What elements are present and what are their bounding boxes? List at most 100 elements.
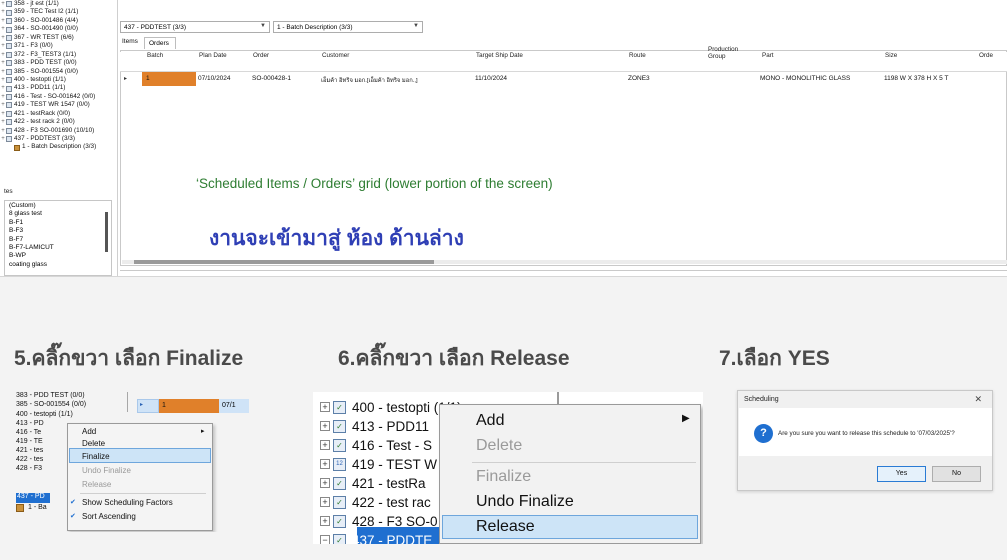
plan-date-cell[interactable]: 07/1 (219, 399, 249, 413)
column-order[interactable]: Order (253, 52, 269, 59)
tree-item-label[interactable]: 422 - tes (16, 456, 43, 463)
customer-value[interactable]: เอ็มค้า อิทริจ มอก.[เอ็มค้า อิทริจ มอก.,… (321, 75, 418, 85)
question-icon: ? (754, 424, 773, 443)
tree-item[interactable]: +385 - SO-001554 (0/0) (0, 68, 117, 76)
plan-date-value[interactable]: 07/10/2024 (198, 75, 231, 82)
annotation-thai: งานจะเข้ามาสู่ ห้อง ด้านล่าง (209, 227, 464, 250)
tree-item-label[interactable]: 413 - PD (16, 420, 44, 427)
batch-cell[interactable] (159, 399, 219, 413)
tab-orders[interactable]: Orders (144, 37, 176, 49)
menu-item-finalize[interactable]: Finalize (82, 452, 110, 461)
size-value[interactable]: 1198 W X 378 H X 5 T (884, 75, 948, 82)
tab-items[interactable]: Items (122, 38, 138, 45)
tree-item[interactable]: +419 - TEST WR 1547 (0/0) (0, 101, 117, 109)
column-size[interactable]: Size (885, 52, 897, 59)
tree-item-label[interactable]: 416 - Te (16, 429, 41, 436)
menu-item-release[interactable]: Release (82, 480, 111, 489)
tree-item[interactable]: +372 - F3_TEST3 (1/1) (0, 51, 117, 59)
batch-cell[interactable] (142, 72, 196, 86)
menu-item-undo-finalize[interactable]: Undo Finalize (476, 493, 574, 511)
menu-item-add[interactable]: Add (82, 427, 96, 436)
expand-icon[interactable]: + (320, 421, 330, 431)
chevron-down-icon: ▼ (413, 23, 419, 29)
column-order-more[interactable]: Orde (979, 52, 993, 59)
list-item[interactable]: coating glass (9, 261, 111, 269)
tree-item[interactable]: +413 - PDD11 (1/1) (0, 84, 117, 92)
tree-item[interactable]: + ✓ 413 - PDD11 (320, 417, 429, 435)
list-item[interactable]: 8 glass test (9, 210, 111, 218)
grid-scrollbar-thumb[interactable] (134, 260, 434, 264)
tree-item-label[interactable]: 400 - testopti (1/1) (16, 411, 73, 418)
batch-select[interactable]: 1 - Batch Description (3/3) ▼ (273, 21, 423, 33)
tree-item[interactable]: +367 - WR TEST (6/6) (0, 34, 117, 42)
list-item[interactable]: B-F1 (9, 219, 111, 227)
yes-button[interactable]: Yes (877, 466, 926, 482)
schedule-select[interactable]: 437 - PDDTEST (3/3) ▼ (120, 21, 270, 33)
tree-item[interactable]: +421 - testRack (0/0) (0, 110, 117, 118)
tree-item[interactable]: + ✓ 421 - testRa (320, 474, 426, 492)
expand-icon[interactable]: + (320, 478, 330, 488)
tree-item[interactable]: +416 - Test - SO-001642 (0/0) (0, 93, 117, 101)
tree-item[interactable]: + ✓ 422 - test rac (320, 493, 431, 511)
tree-item[interactable]: +360 - SO-001486 (4/4) (0, 17, 117, 25)
tree-item-label: 383 - PDD TEST (0/0) (14, 59, 77, 67)
list-item[interactable]: B-F7 (9, 236, 111, 244)
tree-item[interactable]: − ✓ 437 - PDDTE (320, 531, 432, 544)
menu-item-undo-finalize[interactable]: Undo Finalize (82, 466, 131, 475)
menu-item-show-scheduling-factors[interactable]: Show Scheduling Factors (82, 498, 173, 507)
menu-item-finalize[interactable]: Finalize (476, 468, 531, 486)
menu-item-sort-ascending[interactable]: Sort Ascending (82, 512, 136, 521)
menu-item-add[interactable]: Add (476, 412, 504, 430)
part-value[interactable]: MONO - MONOLITHIC GLASS (760, 75, 850, 82)
collapse-icon[interactable]: − (320, 535, 330, 544)
tree-child-item[interactable]: 1 - Batch Description (3/3) (0, 143, 117, 151)
list-item[interactable]: B-F3 (9, 227, 111, 235)
tree-item[interactable]: +422 - test rack 2 (0/0) (0, 118, 117, 126)
tree-item[interactable]: +371 - F3 (0/0) (0, 42, 117, 50)
expand-icon[interactable]: + (320, 402, 330, 412)
tree-item-label[interactable]: 428 - F3 (16, 465, 42, 472)
tree-item[interactable]: +428 - F3 SO-001690 (10/10) (0, 127, 117, 135)
tree-item-label[interactable]: 383 - PDD TEST (0/0) (16, 392, 85, 399)
check-icon: ✔ (70, 499, 76, 506)
column-production-group[interactable]: Production Group (708, 46, 738, 60)
menu-item-delete[interactable]: Delete (476, 437, 522, 455)
tree-item[interactable]: + ✓ 416 - Test - S (320, 436, 432, 454)
tree-item[interactable]: +437 - PDDTEST (3/3) (0, 135, 117, 143)
list-item[interactable]: B-WP (9, 252, 111, 260)
list-item[interactable]: (Custom) (9, 202, 111, 210)
column-batch[interactable]: Batch (147, 52, 163, 59)
no-button[interactable]: No (932, 466, 981, 482)
route-value[interactable]: ZONE3 (628, 75, 650, 82)
column-target-ship-date[interactable]: Target Ship Date (476, 52, 523, 59)
expand-icon[interactable]: + (320, 440, 330, 450)
tree-item[interactable]: +400 - testopti (1/1) (0, 76, 117, 84)
expand-icon[interactable]: + (320, 516, 330, 526)
attribute-list-scrollbar[interactable] (105, 212, 108, 252)
tree-child-label[interactable]: 1 - Ba (28, 504, 47, 511)
column-customer[interactable]: Customer (322, 52, 349, 59)
tree-item[interactable]: + ✓ 428 - F3 SO-0 (320, 512, 438, 530)
column-route[interactable]: Route (629, 52, 646, 59)
tree-item[interactable]: +359 - TEC Test I2 (1/1) (0, 8, 117, 16)
close-icon[interactable]: ✕ (974, 394, 982, 405)
tree-item-label[interactable]: 385 - SO-001554 (0/0) (16, 401, 86, 408)
target-ship-value[interactable]: 11/10/2024 (475, 75, 507, 82)
tree-item[interactable]: +12 419 - TEST W (320, 455, 437, 473)
tree-item[interactable]: +364 - SO-001490 (0/0) (0, 25, 117, 33)
list-item[interactable]: B-F7-LAMICUT (9, 244, 111, 252)
tree-item[interactable]: +358 - jt est (1/1) (0, 0, 117, 8)
menu-item-delete[interactable]: Delete (82, 439, 105, 448)
column-part[interactable]: Part (762, 52, 774, 59)
attribute-list[interactable]: (Custom) 8 glass test B-F1 B-F3 B-F7 B-F7-LAM… (4, 200, 112, 276)
expand-icon[interactable]: + (320, 459, 330, 469)
tree-item-label[interactable]: 419 - TE (16, 438, 43, 445)
divider (120, 270, 1007, 271)
tree-item[interactable]: +383 - PDD TEST (0/0) (0, 59, 117, 67)
menu-item-release[interactable]: Release (476, 518, 535, 536)
order-value[interactable]: SO-000428-1 (252, 75, 291, 82)
splitter[interactable] (117, 0, 118, 276)
column-plan-date[interactable]: Plan Date (199, 52, 227, 59)
tree-item-label[interactable]: 421 - tes (16, 447, 43, 454)
expand-icon[interactable]: + (320, 497, 330, 507)
